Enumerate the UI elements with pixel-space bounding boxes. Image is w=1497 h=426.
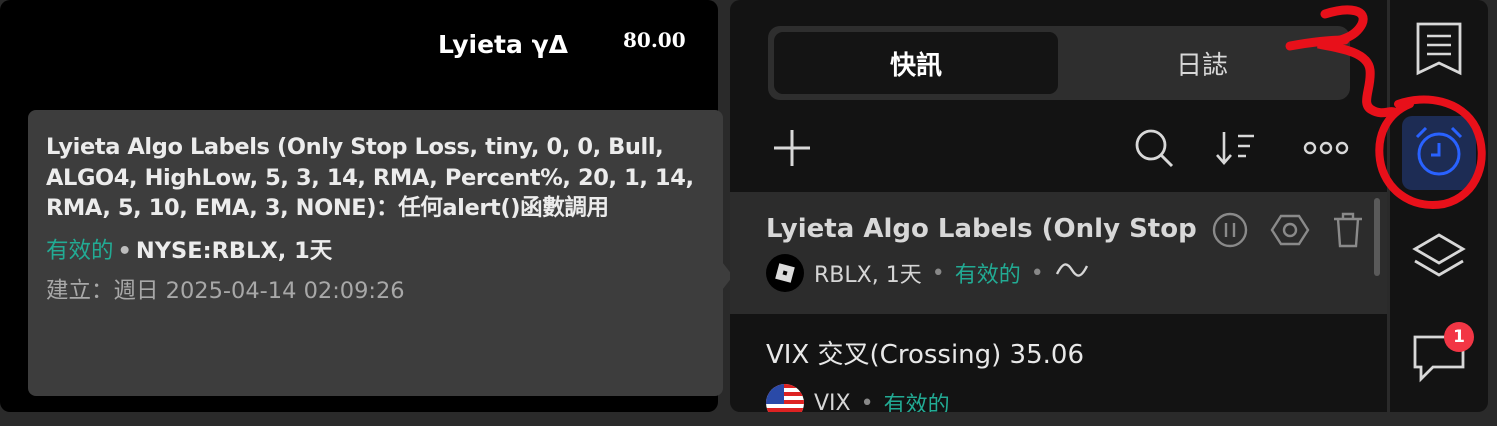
layers-icon — [1411, 231, 1467, 287]
sidebar-item-layers[interactable] — [1402, 222, 1476, 296]
more-icon[interactable] — [1302, 126, 1349, 170]
tooltip-symbol: NYSE:RBLX, 1天 — [135, 237, 333, 264]
alert-item[interactable]: Lyieta Algo Labels (Only Stop RBLX, 1天 •… — [730, 192, 1387, 314]
tab-log[interactable]: 日誌 — [1060, 32, 1344, 94]
tab-alerts[interactable]: 快訊 — [774, 32, 1058, 94]
tooltip-created: 建立：週日 2025-04-14 02:09:26 — [46, 277, 405, 304]
trash-icon[interactable] — [1330, 210, 1366, 254]
alert-tooltip: Lyieta Algo Labels (Only Stop Loss, tiny… — [28, 110, 723, 396]
sidebar-item-watchlist[interactable] — [1402, 14, 1476, 88]
alert-symbol: RBLX, 1天 — [814, 263, 922, 288]
alert-status: 有效的 — [954, 263, 1021, 288]
alert-symbol: VIX — [814, 390, 851, 413]
alert-title: VIX 交叉(Crossing) 35.06 — [766, 340, 1084, 370]
edit-settings-icon[interactable] — [1270, 210, 1310, 254]
tooltip-title: Lyieta Algo Labels (Only Stop Loss, tiny… — [46, 134, 694, 221]
tooltip-status: 有效的 — [46, 237, 114, 264]
roblox-logo-icon — [766, 254, 804, 292]
separator-dot: • — [931, 260, 945, 286]
separator-dot: • — [860, 390, 874, 413]
indicator-label: Lyieta γΔ — [438, 30, 568, 59]
tab-switcher: 快訊 日誌 — [768, 26, 1350, 100]
alert-item[interactable]: VIX 交叉(Crossing) 35.06 VIX • 有效的 — [730, 316, 1387, 412]
separator-dot: • — [1030, 260, 1044, 286]
separator-dot: • — [117, 237, 132, 264]
scrollbar[interactable] — [1374, 198, 1380, 276]
sort-icon[interactable] — [1214, 126, 1258, 170]
sidebar-item-alerts[interactable] — [1402, 116, 1476, 190]
notification-badge: 1 — [1444, 322, 1474, 352]
alarm-clock-icon — [1411, 123, 1467, 183]
price-label: 80.00 — [623, 28, 686, 52]
us-flag-icon — [766, 384, 804, 412]
search-icon[interactable] — [1132, 126, 1176, 170]
alert-status: 有效的 — [883, 393, 950, 412]
pause-icon[interactable] — [1210, 210, 1250, 254]
right-sidebar — [1388, 0, 1488, 412]
tooltip-status-line: 有效的 • NYSE:RBLX, 1天 — [46, 236, 705, 266]
plus-icon[interactable] — [770, 126, 814, 170]
alert-meta: VIX • 有效的 — [766, 384, 950, 412]
list-icon — [1414, 21, 1464, 81]
wave-icon — [1054, 258, 1090, 288]
alert-meta: RBLX, 1天 • 有效的 • — [766, 254, 1090, 292]
alert-title: Lyieta Algo Labels (Only Stop — [766, 214, 1196, 244]
alerts-panel: 快訊 日誌 Lyieta Algo Labels (Only Stop RBLX… — [730, 0, 1387, 412]
alerts-toolbar — [730, 112, 1387, 190]
